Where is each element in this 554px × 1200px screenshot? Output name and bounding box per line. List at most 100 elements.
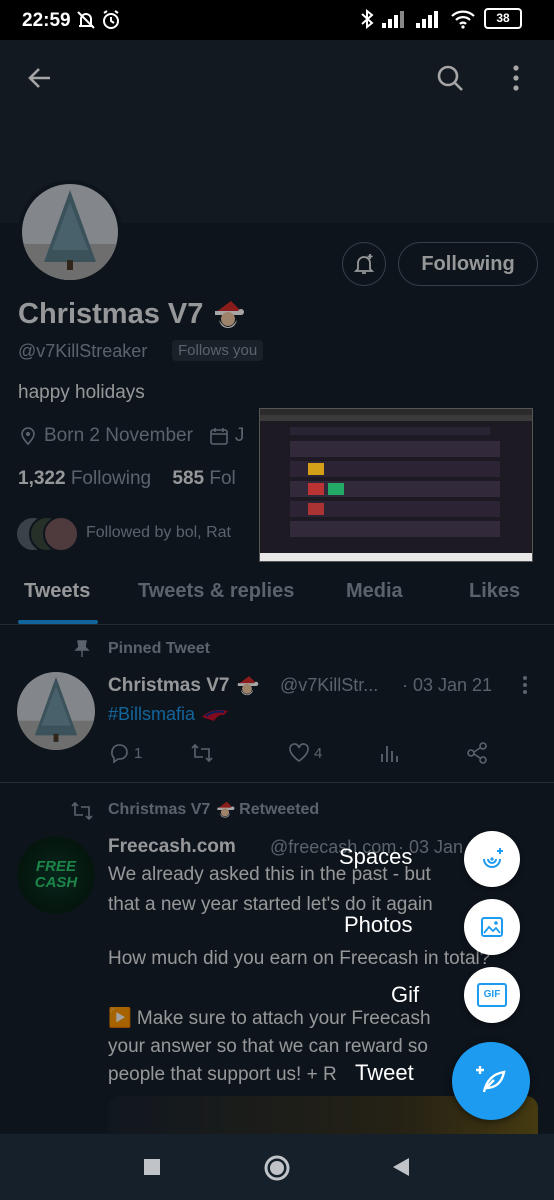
followed-by-avatars[interactable] [15, 514, 79, 552]
video-thumbnail [260, 409, 532, 561]
tweet-author-name[interactable]: Freecash.com [108, 836, 236, 858]
avatar [43, 516, 79, 552]
feather-plus-icon [476, 1066, 506, 1093]
calendar-icon [210, 428, 228, 445]
joined-date: J [234, 425, 245, 446]
tweet-text[interactable]: #Billsmafia [108, 704, 230, 725]
pinned-tweet-label: Pinned Tweet [108, 640, 210, 657]
tweet-text-line: How much did you earn on Freecash in tot… [108, 948, 491, 969]
tab-tweets[interactable]: Tweets [24, 580, 90, 603]
tweet-label[interactable]: Tweet [355, 1060, 414, 1086]
share-button[interactable] [466, 742, 488, 764]
tweet-author-name[interactable]: Christmas V7 [108, 674, 259, 698]
santa-emoji-icon [215, 301, 245, 329]
status-icons-left [75, 8, 125, 37]
tweet-actions: 1 4 [108, 742, 488, 766]
compose-tweet-button[interactable] [452, 1042, 530, 1120]
following-label: Following [70, 468, 152, 489]
gif-label[interactable]: Gif [391, 982, 419, 1008]
bell-plus-icon [353, 254, 375, 274]
location-icon [21, 427, 35, 446]
retweet-button[interactable] [190, 742, 214, 764]
tweet-text-line: ▶️ Make sure to attach your Freecash [108, 1008, 431, 1029]
square-icon [144, 1159, 160, 1175]
profile-tabs: Tweets Tweets & replies Media Likes [0, 568, 554, 625]
battery-indicator: 38 [484, 8, 522, 29]
born-date: Born 2 November [44, 425, 193, 446]
active-tab-indicator [18, 620, 98, 624]
photos-button[interactable] [464, 899, 520, 955]
status-time: 22:59 [22, 10, 71, 31]
share-icon [467, 742, 487, 764]
tab-media[interactable]: Media [346, 580, 403, 603]
profile-name-text: Christmas V7 [18, 298, 204, 330]
spaces-button[interactable] [464, 831, 520, 887]
system-navigation-bar [0, 1134, 554, 1200]
hashtag-link[interactable]: #Billsmafia [108, 704, 195, 724]
freecash-avatar[interactable]: FREE CASH [17, 836, 95, 914]
following-button[interactable]: Following [398, 242, 538, 286]
retweet-icon [71, 801, 93, 821]
tweet-divider [0, 782, 554, 783]
tweet-text-line: your answer so that we can reward so [108, 1036, 428, 1057]
profile-avatar[interactable] [18, 180, 122, 284]
reply-icon [111, 744, 128, 764]
signal-icon-2 [416, 10, 438, 28]
search-icon [437, 65, 463, 91]
tweet-author-handle: @v7KillStr... [280, 675, 379, 695]
photos-label[interactable]: Photos [344, 912, 413, 938]
christmas-tree-icon [22, 184, 118, 280]
tweet-author-avatar[interactable] [17, 672, 95, 750]
bills-emoji-icon [202, 710, 229, 722]
tweet-text-line: people that support us! + R [108, 1064, 337, 1085]
picture-in-picture-video[interactable] [259, 408, 533, 562]
freecash-logo-text: FREE CASH [34, 858, 78, 891]
profile-stats: 1,322 Following 585 Fol [18, 468, 236, 490]
santa-emoji-icon [217, 801, 235, 818]
tweet-more-icon [523, 676, 527, 694]
spaces-label[interactable]: Spaces [339, 844, 412, 870]
circle-icon [264, 1155, 290, 1181]
tweet-date: · 03 Jan 21 [402, 675, 493, 695]
reply-button[interactable]: 1 [108, 742, 142, 764]
tab-likes[interactable]: Likes [469, 580, 520, 603]
mute-icon [77, 11, 95, 29]
heart-icon [289, 743, 309, 762]
retweeter-name: Christmas V7 [108, 801, 211, 819]
more-options-button[interactable] [498, 60, 534, 96]
notifications-bell-button[interactable] [342, 242, 386, 286]
followers-label: Fol [209, 468, 236, 489]
arrow-left-icon [28, 68, 50, 88]
gif-icon: GIF [477, 983, 507, 1007]
wifi-icon [451, 10, 475, 29]
analytics-button[interactable] [378, 742, 400, 764]
profile-handle: @v7KillStreaker [18, 341, 148, 361]
back-button[interactable] [22, 60, 58, 96]
like-button[interactable]: 4 [288, 742, 322, 764]
followed-by-text[interactable]: Followed by bol, Rat [86, 524, 231, 542]
bluetooth-icon [361, 8, 374, 29]
alarm-icon [103, 10, 119, 29]
back-nav-button[interactable] [391, 1156, 411, 1183]
reply-count: 1 [134, 744, 143, 762]
following-stat[interactable]: 1,322 Following [18, 468, 151, 489]
triangle-back-icon [393, 1158, 409, 1176]
more-vertical-icon [513, 65, 519, 91]
image-icon [481, 917, 503, 937]
spaces-icon [483, 848, 503, 868]
retweeted-by-label[interactable]: Christmas V7 Retweeted [108, 800, 319, 820]
like-count: 4 [314, 744, 323, 762]
recents-button[interactable] [143, 1158, 161, 1181]
followers-count: 585 [172, 468, 205, 489]
santa-emoji-icon [237, 676, 259, 696]
status-bar: 22:59 38 [0, 0, 554, 40]
followers-stat[interactable]: 585 Fol [172, 468, 235, 489]
tab-tweets-replies[interactable]: Tweets & replies [138, 580, 294, 603]
home-button[interactable] [263, 1154, 291, 1187]
search-button[interactable] [432, 60, 468, 96]
analytics-icon [381, 746, 398, 762]
signal-icon [382, 10, 404, 28]
follows-you-badge: Follows you [172, 340, 264, 361]
gif-button[interactable]: GIF [464, 967, 520, 1023]
retweet-icon [191, 743, 213, 763]
